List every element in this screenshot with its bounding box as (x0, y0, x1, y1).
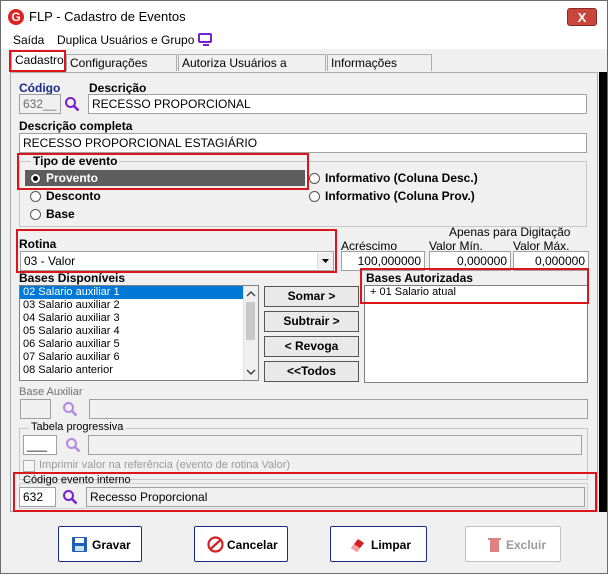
radio-base-label[interactable]: Base (46, 207, 75, 221)
list-item[interactable]: 03 Salario auxiliar 2 (20, 299, 258, 312)
menu-bar: Saída Duplica Usuários e Grupo (1, 31, 607, 49)
descricao-field[interactable]: RECESSO PROPORCIONAL (88, 94, 587, 114)
tab-informacoes-esocial[interactable]: Informações eSocial (327, 54, 432, 86)
base-auxiliar-code-field[interactable] (20, 399, 51, 419)
tabela-progressiva-desc-field (88, 435, 582, 455)
radio-informativo-prov-label[interactable]: Informativo (Coluna Prov.) (325, 189, 475, 203)
tab-autoriza-usuarios[interactable]: Autoriza Usuários a Variáveis (178, 54, 326, 86)
trash-icon (488, 538, 501, 552)
limpar-button[interactable]: Limpar (330, 526, 427, 562)
limpar-label: Limpar (371, 538, 412, 552)
radio-informativo-desc-label[interactable]: Informativo (Coluna Desc.) (325, 171, 478, 185)
list-item[interactable]: 08 Salario anterior (20, 364, 258, 377)
tab-configuracoes-legais[interactable]: Configurações Legais (66, 54, 177, 86)
list-item[interactable]: 04 Salario auxiliar 3 (20, 312, 258, 325)
cancel-icon (207, 536, 224, 553)
highlight-tab (9, 50, 66, 72)
imprimir-checkbox[interactable] (23, 460, 35, 472)
revoga-button[interactable]: < Revoga (264, 336, 359, 357)
radio-desconto[interactable] (30, 191, 41, 202)
excluir-label: Excluir (506, 538, 547, 552)
tabela-progressiva-label: Tabela progressiva (29, 421, 126, 433)
main-window: G FLP - Cadastro de Eventos X Saída Dupl… (0, 0, 608, 574)
save-icon (72, 537, 87, 552)
page-scrollbar[interactable] (599, 72, 607, 512)
base-auxiliar-label: Base Auxiliar (19, 386, 83, 398)
descricao-label: Descrição (89, 81, 147, 95)
app-logo-icon: G (8, 9, 24, 25)
scroll-thumb[interactable] (246, 302, 255, 340)
menu-saida[interactable]: Saída (13, 33, 44, 47)
bases-disponiveis-label: Bases Disponíveis (19, 271, 126, 285)
cancelar-button[interactable]: Cancelar (194, 526, 288, 562)
bases-disponiveis-list[interactable]: 02 Salario auxiliar 1 03 Salario auxilia… (19, 285, 259, 381)
tab-strip: Cadastro Configurações Legais Autoriza U… (1, 51, 607, 86)
subtrair-button[interactable]: Subtrair > (264, 311, 359, 332)
tabela-progressiva-search-icon[interactable] (65, 437, 81, 453)
title-bar: G FLP - Cadastro de Eventos X (1, 1, 607, 31)
radio-base[interactable] (30, 209, 41, 220)
menu-duplica-usuarios[interactable]: Duplica Usuários e Grupo (57, 33, 194, 47)
descricao-completa-field[interactable]: RECESSO PROPORCIONAL ESTAGIÁRIO (19, 133, 587, 153)
gravar-label: Gravar (92, 538, 131, 552)
gravar-button[interactable]: Gravar (58, 526, 142, 562)
radio-informativo-desc[interactable] (309, 173, 320, 184)
list-item[interactable]: 02 Salario auxiliar 1 (20, 286, 258, 299)
descricao-completa-label: Descrição completa (19, 119, 133, 133)
codigo-label: Código (19, 81, 61, 95)
radio-informativo-prov[interactable] (309, 191, 320, 202)
cancelar-label: Cancelar (227, 538, 278, 552)
highlight-rotina (16, 229, 337, 273)
todos-button[interactable]: <<Todos (264, 361, 359, 382)
somar-button[interactable]: Somar > (264, 286, 359, 307)
base-auxiliar-search-icon[interactable] (62, 401, 78, 417)
tabela-progressiva-field[interactable]: ___ (23, 435, 57, 455)
list-item[interactable]: 07 Salario auxiliar 6 (20, 351, 258, 364)
codigo-field[interactable]: 632__ (19, 94, 61, 114)
scroll-down-icon[interactable] (244, 365, 258, 379)
imprimir-label: Imprimir valor na referência (evento de … (39, 459, 291, 471)
highlight-tipo-evento (17, 153, 309, 190)
window-title: FLP - Cadastro de Eventos (29, 9, 186, 24)
cadastro-panel: Código 632__ Descrição RECESSO PROPORCIO… (10, 72, 598, 512)
apenas-digitacao-label: Apenas para Digitação (449, 225, 571, 239)
base-auxiliar-desc-field (89, 399, 588, 419)
eraser-icon (351, 539, 364, 552)
excluir-button[interactable]: Excluir (465, 526, 561, 562)
monitor-icon[interactable] (198, 33, 212, 46)
list-item[interactable]: 06 Salario auxiliar 5 (20, 338, 258, 351)
radio-desconto-label[interactable]: Desconto (46, 189, 101, 203)
highlight-codigo-interno (13, 472, 597, 512)
list-item[interactable]: 05 Salario auxiliar 4 (20, 325, 258, 338)
codigo-search-icon[interactable] (64, 96, 80, 112)
highlight-bases-autorizadas (360, 268, 589, 304)
scroll-up-icon[interactable] (244, 287, 258, 301)
close-button[interactable]: X (567, 8, 597, 26)
list-scrollbar[interactable] (243, 286, 258, 380)
